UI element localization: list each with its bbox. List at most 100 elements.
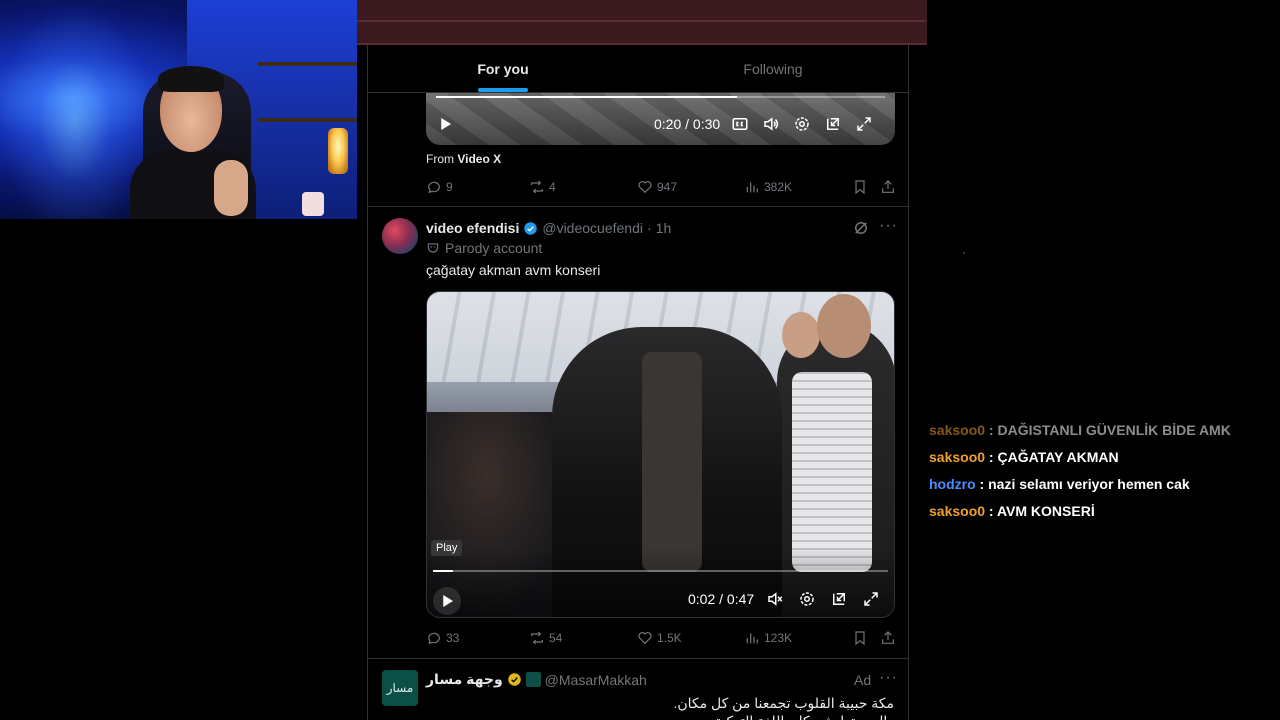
top-banner bbox=[357, 0, 927, 45]
dot-separator: · bbox=[646, 220, 652, 236]
captions-icon[interactable] bbox=[729, 113, 751, 135]
tweet-divider bbox=[368, 658, 908, 659]
avatar[interactable]: مسار bbox=[382, 670, 418, 706]
verified-badge-icon bbox=[524, 221, 538, 235]
muted-volume-icon[interactable] bbox=[764, 588, 786, 610]
gold-verified-badge-icon bbox=[507, 673, 521, 686]
lamp bbox=[328, 128, 348, 174]
parody-label: Parody account bbox=[426, 240, 542, 256]
wallpaper-swirl bbox=[0, 0, 150, 219]
chat-text: DAĞISTANLI GÜVENLİK BİDE AMK bbox=[997, 422, 1231, 438]
views-chart-icon bbox=[746, 182, 758, 193]
volume-icon[interactable] bbox=[760, 113, 782, 135]
affiliate-badge-icon bbox=[525, 672, 541, 687]
like-button[interactable]: 1.5K bbox=[637, 630, 744, 646]
share-icon bbox=[882, 631, 894, 644]
reply-icon bbox=[428, 181, 440, 194]
chat-message: saksoo0 : DAĞISTANLI GÜVENLİK BİDE AMK bbox=[929, 417, 1269, 444]
shelf bbox=[258, 118, 357, 122]
play-icon[interactable] bbox=[433, 587, 461, 615]
mask-icon bbox=[427, 243, 439, 253]
source-link[interactable]: Video X bbox=[457, 152, 501, 166]
avatar[interactable] bbox=[382, 218, 418, 254]
chat-separator: : bbox=[985, 449, 998, 465]
person-shirt bbox=[642, 352, 702, 572]
chat-username[interactable]: saksoo0 bbox=[929, 449, 985, 465]
views-button[interactable]: 123K bbox=[744, 630, 852, 646]
more-options-icon[interactable]: ··· bbox=[879, 217, 898, 235]
settings-gear-icon[interactable] bbox=[796, 588, 818, 610]
share-button[interactable] bbox=[880, 179, 900, 195]
tweet-1-actions: 9 4 947 382K bbox=[426, 176, 902, 198]
tweet-text: مكة حبيبة القلوب تجمعنا من كل مكان. والب… bbox=[434, 694, 894, 720]
chat-separator: : bbox=[985, 503, 997, 519]
bookmark-button[interactable] bbox=[852, 179, 880, 195]
tweet-divider bbox=[368, 206, 908, 207]
feed-tabs: For you Following bbox=[368, 45, 908, 93]
reply-count: 9 bbox=[446, 180, 453, 194]
repost-button[interactable]: 4 bbox=[529, 179, 637, 195]
user-handle[interactable]: @videocuefendi bbox=[542, 220, 643, 236]
tweet-3-header: وجهة مسار @MasarMakkah bbox=[426, 671, 647, 688]
reply-icon bbox=[428, 632, 440, 645]
streamer-hand bbox=[214, 160, 248, 216]
chat-message: saksoo0 : AVM KONSERİ bbox=[929, 498, 1269, 525]
figurine bbox=[302, 192, 324, 216]
repost-button[interactable]: 54 bbox=[529, 630, 637, 646]
play-icon[interactable] bbox=[434, 113, 456, 135]
video-progress-bar[interactable] bbox=[436, 96, 885, 98]
user-handle[interactable]: @MasarMakkah bbox=[545, 672, 647, 688]
play-tooltip: Play bbox=[431, 540, 463, 556]
chat-username[interactable]: saksoo0 bbox=[929, 503, 985, 519]
video-progress-fill bbox=[436, 96, 737, 98]
repost-count: 54 bbox=[549, 631, 563, 645]
bookmark-button[interactable] bbox=[852, 630, 880, 646]
reply-button[interactable]: 9 bbox=[426, 179, 529, 195]
grok-icon[interactable] bbox=[852, 219, 870, 237]
tweet-2-video[interactable]: Play 0:02 / 0:47 bbox=[426, 291, 895, 618]
chat-separator: : bbox=[985, 422, 998, 438]
chat-text: ÇAĞATAY AKMAN bbox=[997, 449, 1119, 465]
share-button[interactable] bbox=[880, 630, 900, 646]
striped-shirt bbox=[792, 372, 872, 572]
reply-button[interactable]: 33 bbox=[426, 630, 529, 646]
shelf bbox=[258, 62, 357, 66]
fullscreen-icon[interactable] bbox=[860, 588, 882, 610]
video-progress-bar[interactable] bbox=[433, 570, 888, 572]
ad-label: Ad bbox=[854, 672, 872, 688]
chat-username[interactable]: hodzro bbox=[929, 476, 976, 492]
like-count: 947 bbox=[657, 180, 678, 194]
fullscreen-icon[interactable] bbox=[853, 113, 875, 135]
views-count: 382K bbox=[764, 180, 793, 194]
like-count: 1.5K bbox=[657, 631, 682, 645]
display-name[interactable]: وجهة مسار bbox=[426, 671, 503, 688]
chat-username[interactable]: saksoo0 bbox=[929, 422, 985, 438]
tweet-1-video[interactable]: 0:20 / 0:30 bbox=[426, 93, 895, 145]
repost-count: 4 bbox=[549, 180, 556, 194]
stray-dot bbox=[963, 252, 965, 254]
display-name[interactable]: video efendisi bbox=[426, 220, 519, 236]
dock-video-icon[interactable] bbox=[822, 113, 844, 135]
streamer-hair bbox=[158, 66, 224, 92]
tweet-2-header: video efendisi @videocuefendi · 1h bbox=[426, 220, 671, 236]
views-button[interactable]: 382K bbox=[744, 179, 852, 195]
repost-icon bbox=[531, 631, 543, 645]
settings-gear-icon[interactable] bbox=[791, 113, 813, 135]
tweet-text-line: مكة حبيبة القلوب تجمعنا من كل مكان. bbox=[673, 695, 894, 711]
dock-video-icon[interactable] bbox=[828, 588, 850, 610]
chat-message: saksoo0 : ÇAĞATAY AKMAN bbox=[929, 444, 1269, 471]
views-chart-icon bbox=[746, 633, 758, 644]
webcam-overlay bbox=[0, 0, 357, 219]
repost-icon bbox=[531, 180, 543, 194]
reply-count: 33 bbox=[446, 631, 460, 645]
tab-for-you[interactable]: For you bbox=[368, 45, 638, 92]
tab-following[interactable]: Following bbox=[638, 45, 908, 92]
tab-label: Following bbox=[743, 60, 803, 77]
video-time: 0:02 / 0:47 bbox=[688, 591, 755, 607]
timestamp[interactable]: 1h bbox=[656, 220, 672, 236]
like-button[interactable]: 947 bbox=[637, 179, 744, 195]
heart-icon bbox=[638, 181, 652, 194]
avatar-logo-text: مسار bbox=[386, 681, 414, 695]
more-options-icon[interactable]: ··· bbox=[879, 669, 898, 687]
parody-label-text: Parody account bbox=[445, 240, 543, 256]
